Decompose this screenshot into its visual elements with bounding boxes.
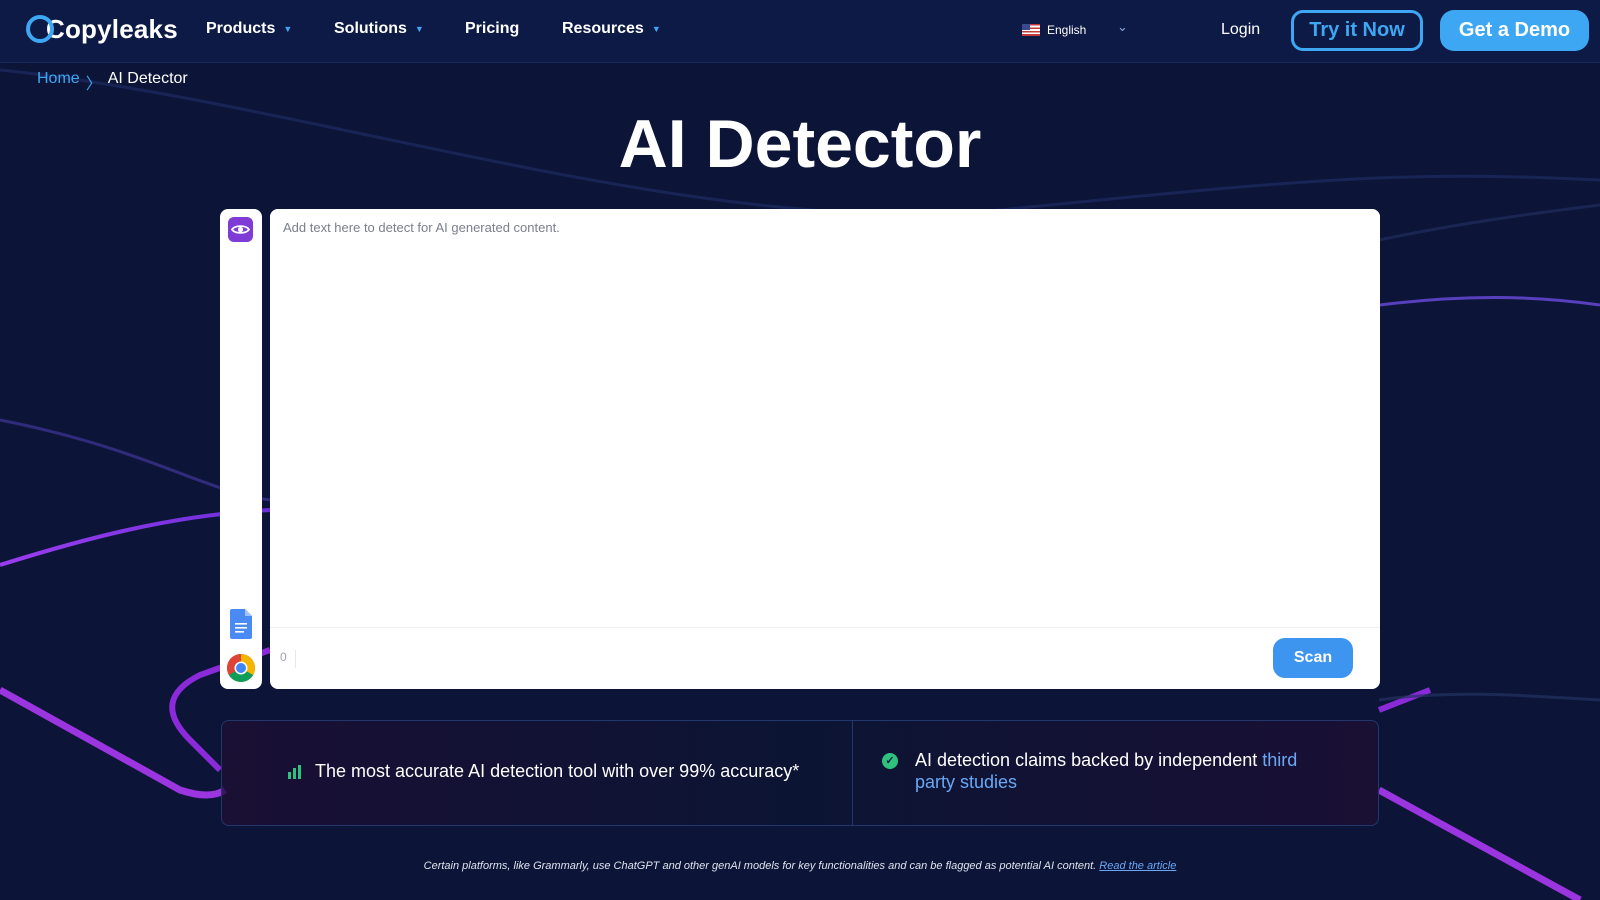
scan-button[interactable]: Scan: [1273, 638, 1353, 678]
login-link[interactable]: Login: [1221, 21, 1260, 39]
feature-studies: ✓ AI detection claims backed by independ…: [882, 749, 1302, 793]
breadcrumb-separator: 〉: [85, 76, 102, 93]
get-a-demo-button[interactable]: Get a Demo: [1440, 10, 1589, 51]
breadcrumb-home[interactable]: Home: [37, 70, 80, 94]
language-label: English: [1047, 23, 1087, 37]
nav-solutions[interactable]: Solutions ▼: [334, 20, 424, 38]
us-flag-icon: [1022, 24, 1040, 36]
feature-divider: [852, 721, 853, 825]
feature-accuracy: The most accurate AI detection tool with…: [288, 761, 799, 782]
check-circle-icon: ✓: [882, 753, 898, 769]
chrome-icon[interactable]: [226, 653, 256, 688]
features-panel: The most accurate AI detection tool with…: [221, 720, 1379, 826]
editor-footer: 0 Scan: [270, 627, 1380, 689]
top-navigation: Copyleaks Products ▼ Solutions ▼ Pricing…: [0, 0, 1600, 63]
footnote: Certain platforms, like Grammarly, use C…: [0, 860, 1600, 872]
caret-down-icon: ▼: [414, 24, 424, 34]
feature-accuracy-text: The most accurate AI detection tool with…: [315, 761, 800, 781]
tool-sidebar: [220, 209, 262, 689]
nav-solutions-label: Solutions: [334, 20, 407, 37]
nav-resources-label: Resources: [562, 20, 644, 37]
read-the-article-link[interactable]: Read the article: [1099, 860, 1176, 872]
nav-products-label: Products: [206, 20, 276, 37]
chevron-down-icon[interactable]: ⌄: [1117, 19, 1128, 35]
google-docs-icon[interactable]: [230, 609, 252, 644]
copyleaks-logo-icon: [26, 15, 54, 43]
breadcrumb-current: AI Detector: [107, 70, 188, 87]
feature-studies-text: AI detection claims backed by independen…: [915, 750, 1263, 770]
eye-icon[interactable]: [228, 217, 253, 242]
nav-resources[interactable]: Resources ▼: [562, 20, 661, 38]
nav-pricing-label: Pricing: [465, 20, 520, 37]
caret-down-icon: ▼: [283, 24, 293, 34]
page-title: AI Detector: [618, 106, 982, 182]
feature-studies-text-wrapper: AI detection claims backed by independen…: [915, 749, 1302, 793]
nav-pricing[interactable]: Pricing: [465, 20, 519, 38]
breadcrumb: Home 〉 AI Detector: [37, 70, 188, 94]
text-editor-panel: 0 Scan: [270, 209, 1380, 689]
nav-products[interactable]: Products ▼: [206, 20, 292, 38]
caret-down-icon: ▼: [651, 24, 661, 34]
character-count: 0: [280, 650, 296, 668]
text-input[interactable]: [270, 209, 1380, 627]
copyleaks-logo[interactable]: Copyleaks: [26, 11, 178, 47]
try-it-now-button[interactable]: Try it Now: [1291, 10, 1423, 51]
footnote-text: Certain platforms, like Grammarly, use C…: [423, 860, 1100, 872]
bar-chart-icon: [288, 764, 301, 779]
logo-text: Copyleaks: [46, 13, 178, 44]
language-selector[interactable]: English: [1022, 23, 1086, 37]
